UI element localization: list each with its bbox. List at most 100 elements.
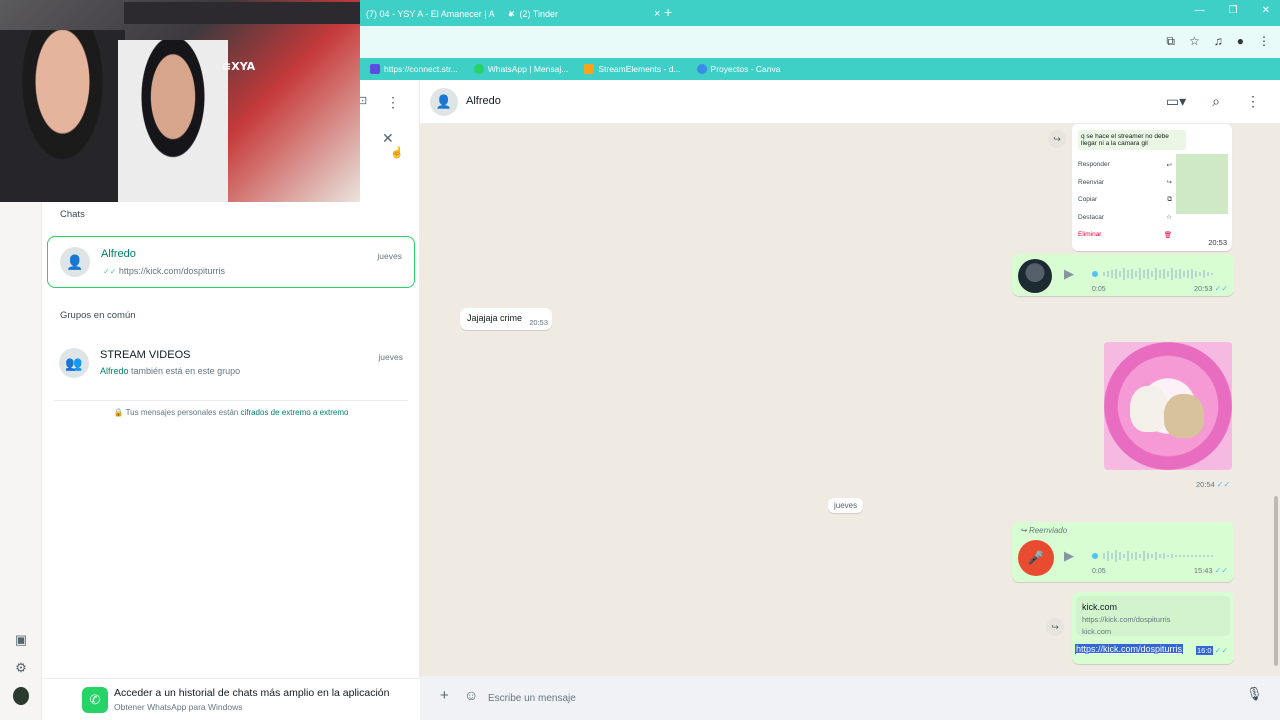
preview-domain: kick.com: [1082, 627, 1112, 636]
webcam-overlay: ≡XYA: [0, 0, 360, 202]
message-list: ↪ q se hace el streamer no debe llegar n…: [420, 124, 1280, 676]
group-item-stream-videos[interactable]: 👥 STREAM VIDEOS Alfredo también está en …: [47, 338, 415, 388]
settings-icon[interactable]: ⚙: [13, 660, 29, 676]
whatsapp-icon: ✆: [82, 687, 108, 713]
tab-label: (2) Tinder: [519, 9, 558, 19]
chat-item-alfredo[interactable]: 👤 Alfredo ✓✓ https://kick.com/dospiturri…: [47, 236, 415, 288]
xya-logo: ≡XYA: [222, 60, 256, 73]
search-icon[interactable]: ⌕: [1212, 93, 1220, 110]
attach-icon[interactable]: +: [440, 687, 449, 704]
close-icon[interactable]: ×: [654, 8, 660, 20]
double-check-icon: ✓✓: [1214, 284, 1228, 293]
microphone-icon[interactable]: 🎙: [1246, 686, 1263, 702]
sticker-message[interactable]: [1104, 342, 1232, 470]
double-check-icon: ✓✓: [1214, 566, 1228, 575]
sticker-time: 20:54 ✓✓: [1196, 480, 1231, 489]
waveform[interactable]: [1090, 548, 1220, 564]
conversation-header: 👤 Alfredo ▭▾ ⌕ ⋮: [420, 80, 1280, 124]
quoted-text: q se hace el streamer no debe llegar ni …: [1078, 130, 1186, 150]
message-time: 20:53: [1208, 238, 1227, 247]
install-icon[interactable]: ⧉: [1166, 34, 1175, 49]
profile-icon[interactable]: ●: [1237, 34, 1244, 49]
close-icon[interactable]: ✕: [1262, 5, 1270, 16]
message-time: 20:53: [529, 318, 548, 327]
profile-avatar[interactable]: [13, 687, 29, 705]
message-time: 15:43 ✓✓: [1193, 566, 1228, 575]
chat-preview: ✓✓ https://kick.com/dospiturris: [103, 266, 225, 276]
message-input[interactable]: [484, 684, 1244, 712]
bookmark-icon: [370, 64, 380, 74]
double-check-icon: ✓✓: [1214, 646, 1229, 655]
promo-link[interactable]: Obtener WhatsApp para Windows: [114, 702, 243, 712]
context-menu-image: Responder ↩ Reenviar ↪ Copiar ⧉ Destacar ☆ E…: [1078, 161, 1172, 239]
chat-date: jueves: [377, 251, 402, 261]
avatar[interactable]: 👤: [430, 88, 458, 116]
link-preview[interactable]: kick.com https://kick.com/dospiturris ki…: [1076, 596, 1230, 636]
double-check-icon: ✓✓: [103, 267, 117, 276]
chats-section-title: Chats: [60, 209, 85, 220]
media-icon[interactable]: ♫: [1214, 34, 1223, 49]
group-date: jueves: [378, 352, 403, 362]
tinder-icon: ●: [508, 9, 514, 19]
scrollbar[interactable]: [1274, 496, 1278, 666]
more-icon[interactable]: ⋮: [1258, 34, 1270, 49]
bookmark-streamelements[interactable]: StreamElements - d...: [584, 64, 681, 74]
image-message[interactable]: q se hace el streamer no debe llegar ni …: [1072, 124, 1232, 251]
lock-icon: 🔒: [113, 408, 124, 417]
encryption-notice: 🔒 Tus mensajes personales están cifrados…: [113, 408, 349, 417]
tab-tinder[interactable]: ● (2) Tinder ×: [502, 4, 666, 24]
group-name: STREAM VIDEOS: [100, 349, 191, 361]
encryption-link[interactable]: cifrados de extremo a extremo: [240, 408, 348, 417]
download-app-banner[interactable]: ✆ Acceder a un historial de chats más am…: [42, 678, 420, 720]
forward-icon[interactable]: ↪: [1048, 130, 1066, 148]
video-call-icon[interactable]: ▭▾: [1166, 93, 1186, 110]
star-icon[interactable]: ☆: [1189, 34, 1200, 49]
minimize-icon[interactable]: —: [1195, 5, 1205, 16]
play-icon[interactable]: ▶: [1064, 266, 1074, 282]
close-icon[interactable]: ✕: [382, 130, 394, 147]
date-separator: jueves: [828, 498, 864, 513]
preview-url: https://kick.com/dospiturris: [1082, 615, 1171, 624]
canva-icon: [696, 64, 707, 74]
chat-name: Alfredo: [101, 248, 136, 260]
forward-icon[interactable]: ↪: [1046, 618, 1064, 636]
message-text: Jajajaja crime: [467, 313, 523, 323]
voice-message-forwarded[interactable]: ↪ Reenviado 🎤 ▶ 0:05 15:43 ✓✓: [1012, 522, 1234, 582]
mouse-cursor: ☝: [390, 147, 404, 159]
voice-message[interactable]: ▶ 0:05 20:53 ✓✓: [1012, 254, 1234, 296]
avatar: 👤: [60, 247, 90, 277]
link-message[interactable]: kick.com https://kick.com/dospiturris ki…: [1072, 592, 1234, 664]
voice-duration: 0:05: [1092, 568, 1106, 575]
avatar: [1018, 259, 1052, 293]
bookmark-streamlabs[interactable]: https://connect.str...: [370, 64, 458, 74]
message-link[interactable]: https://kick.com/dospiturris: [1075, 644, 1184, 654]
incoming-message[interactable]: Jajajaja crime 20:53: [460, 308, 552, 330]
emoji-icon[interactable]: ☺: [464, 687, 478, 703]
message-composer: + ☺ 🎙: [420, 676, 1280, 720]
menu-icon[interactable]: ⋮: [1246, 93, 1260, 110]
menu-icon[interactable]: ⋮: [386, 94, 400, 111]
bookmark-whatsapp[interactable]: WhatsApp | Mensaj...: [473, 64, 568, 74]
group-icon: 👥: [59, 348, 89, 378]
divider: [54, 400, 408, 401]
double-check-icon: ✓✓: [1216, 480, 1231, 489]
group-members: Alfredo también está en este grupo: [100, 366, 241, 376]
maximize-icon[interactable]: ❐: [1229, 5, 1238, 16]
address-bar-icons: ⧉ ☆ ♫ ● ⋮: [1166, 34, 1270, 49]
new-tab-button[interactable]: +: [664, 4, 672, 20]
bookmark-canva[interactable]: Proyectos - Canva: [696, 64, 780, 74]
waveform[interactable]: [1090, 266, 1220, 282]
forwarded-label: ↪ Reenviado: [1020, 526, 1068, 535]
tab-label: (7) 04 - YSY A - El Amanecer | A: [366, 9, 495, 19]
message-time: 20:53 ✓✓: [1193, 284, 1228, 293]
whatsapp-icon: [473, 64, 484, 74]
window-controls: — ❐ ✕: [1195, 5, 1270, 16]
media-icon[interactable]: ▣: [13, 632, 29, 648]
message-time: 16:0 ✓✓: [1196, 646, 1229, 655]
groups-section-title: Grupos en común: [60, 310, 136, 321]
voice-duration: 0:05: [1092, 286, 1106, 293]
play-icon[interactable]: ▶: [1064, 548, 1074, 564]
tab-ysya[interactable]: (7) 04 - YSY A - El Amanecer | A ×: [360, 4, 521, 24]
microphone-icon: 🎤: [1018, 540, 1054, 576]
contact-name[interactable]: Alfredo: [466, 95, 501, 107]
